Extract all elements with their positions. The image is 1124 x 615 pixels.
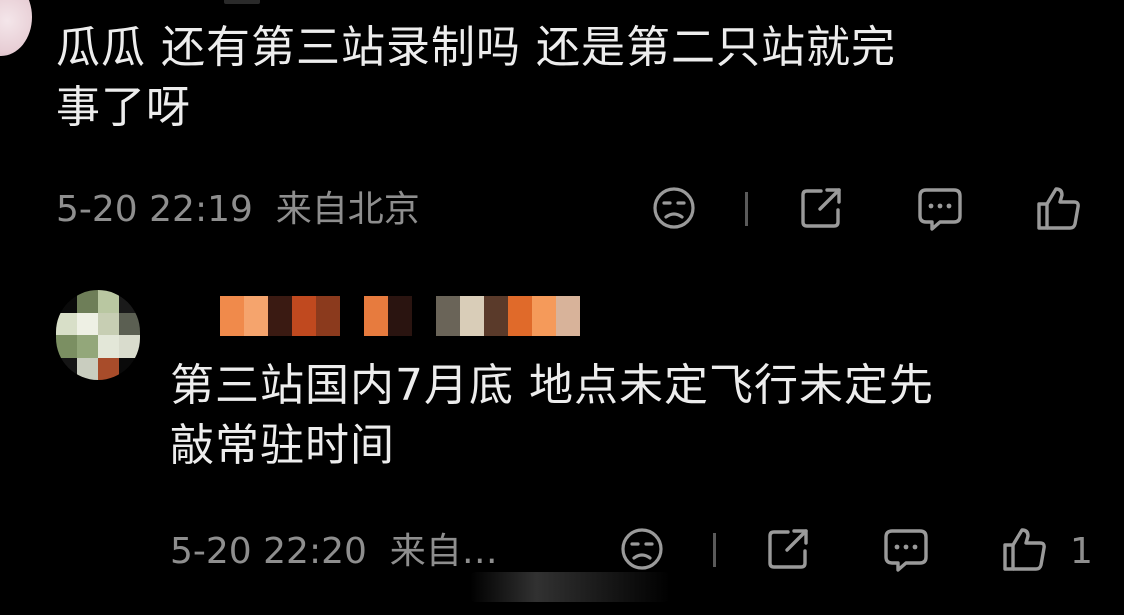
like-count: 1 [1070,531,1093,572]
comment-body: 第三站国内7月底 地点未定飞行未定先 敲常驻时间 [170,356,1090,476]
avatar[interactable] [56,290,140,380]
reply-button[interactable] [880,523,932,575]
divider [745,192,748,226]
dislike-button[interactable] [616,523,668,575]
comment-body: 瓜瓜 还有第三站录制吗 还是第二只站就完 事了呀 [56,18,1096,138]
comment-thread: 瓜瓜 还有第三站录制吗 还是第二只站就完 事了呀 5-20 22:19 来自北京 [0,0,1124,615]
comment-location: 来自… [389,531,498,572]
username-fragment [224,0,260,4]
like-icon [1003,528,1046,571]
watermark [470,572,670,602]
comment-icon [918,188,962,231]
username-blurred[interactable] [220,296,580,336]
sad-face-icon [653,187,695,229]
share-button[interactable] [795,182,847,234]
share-icon [768,529,808,569]
comment-line: 瓜瓜 还有第三站录制吗 还是第二只站就完 [56,22,896,73]
divider [713,533,716,567]
comment-location: 来自北京 [275,189,420,230]
sad-face-icon [621,528,663,570]
like-icon [1037,187,1080,230]
share-icon [801,188,841,228]
comment-date: 5-20 22:20 [170,531,367,572]
comment-date: 5-20 22:19 [56,189,253,230]
comment-line: 敲常驻时间 [170,420,395,471]
dislike-button[interactable] [648,182,700,234]
reply-button[interactable] [914,182,966,234]
share-button[interactable] [762,523,814,575]
comment-icon [884,529,928,572]
like-button[interactable] [998,523,1050,575]
comment-meta: 5-20 22:20 来自… [170,530,498,574]
comment-line: 第三站国内7月底 地点未定飞行未定先 [170,360,934,411]
avatar[interactable] [0,0,32,56]
like-button[interactable] [1032,182,1084,234]
comment-line: 事了呀 [56,82,191,133]
comment-meta: 5-20 22:19 来自北京 [56,188,420,232]
